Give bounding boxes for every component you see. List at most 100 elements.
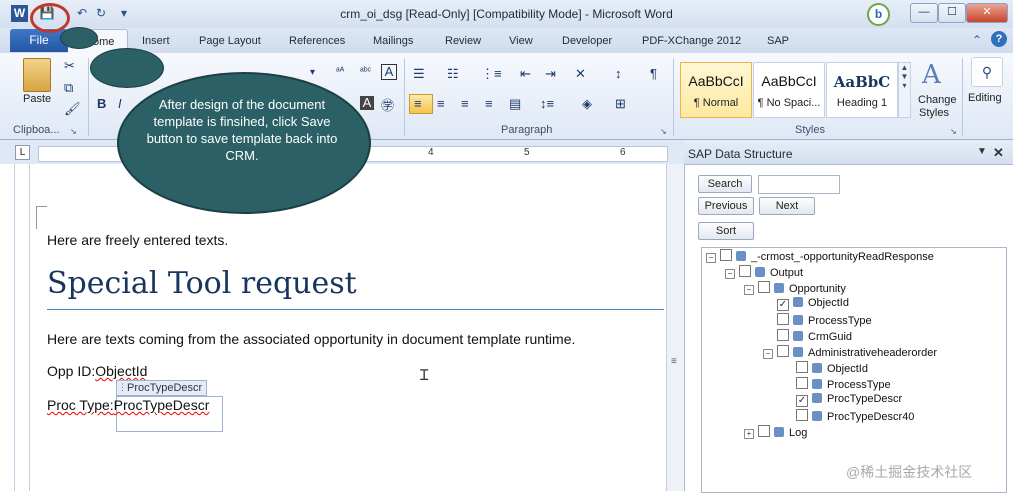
numbering-icon[interactable]: ☷ bbox=[447, 66, 459, 82]
change-styles-icon[interactable]: A bbox=[922, 60, 941, 90]
tree-checkbox[interactable] bbox=[720, 249, 732, 261]
tab-insert[interactable]: Insert bbox=[142, 35, 170, 47]
tab-file[interactable]: File bbox=[10, 29, 68, 52]
collapse-icon[interactable]: − bbox=[744, 285, 754, 295]
tree-checkbox[interactable] bbox=[777, 345, 789, 357]
editing-label[interactable]: Editing bbox=[968, 92, 1002, 104]
tree-node[interactable]: + Log bbox=[744, 425, 807, 439]
tree-node[interactable]: − _-crmost_-opportunityReadResponse bbox=[706, 249, 934, 263]
tree-checkbox[interactable] bbox=[758, 281, 770, 293]
collapse-ribbon-icon[interactable]: ⌃ bbox=[972, 33, 982, 47]
vertical-ruler[interactable] bbox=[14, 164, 30, 491]
tree-checkbox[interactable] bbox=[777, 313, 789, 325]
styles-launcher-icon[interactable]: ↘ bbox=[950, 127, 957, 136]
search-input[interactable] bbox=[758, 175, 840, 194]
tab-references[interactable]: References bbox=[289, 35, 345, 47]
addin-b-icon[interactable]: b bbox=[867, 3, 890, 26]
next-button[interactable]: Next bbox=[759, 197, 815, 215]
collapse-icon[interactable]: − bbox=[706, 253, 716, 263]
collapse-icon[interactable]: − bbox=[725, 269, 735, 279]
shading-icon[interactable]: ◈ bbox=[582, 96, 592, 112]
pane-options-icon[interactable]: ▼ bbox=[977, 146, 987, 157]
tree-node[interactable]: − Administrativeheaderorder bbox=[763, 345, 937, 359]
format-painter-icon[interactable]: 🖌 bbox=[64, 101, 81, 117]
borders-icon[interactable]: ⊞ bbox=[615, 96, 626, 112]
opp-id-field[interactable]: ObjectId bbox=[95, 363, 147, 379]
tree-checkbox[interactable] bbox=[777, 329, 789, 341]
distributed-icon[interactable]: ▤ bbox=[509, 96, 521, 112]
tab-mailings[interactable]: Mailings bbox=[373, 35, 413, 47]
paste-icon[interactable] bbox=[23, 58, 51, 92]
tree-checkbox[interactable] bbox=[796, 409, 808, 421]
tree-checkbox[interactable] bbox=[796, 377, 808, 389]
expand-icon[interactable]: + bbox=[744, 429, 754, 439]
tab-developer[interactable]: Developer bbox=[562, 35, 612, 47]
tree-node[interactable]: ✓ ProcTypeDescr bbox=[782, 393, 902, 407]
copy-icon[interactable]: ⧉ bbox=[64, 80, 73, 96]
tree-node[interactable]: ObjectId bbox=[782, 361, 868, 375]
help-icon[interactable]: ? bbox=[991, 31, 1007, 47]
style-heading-1[interactable]: AaBbC Heading 1 bbox=[826, 62, 898, 118]
content-control-tag[interactable]: ProcTypeDescr bbox=[116, 380, 208, 396]
char-border-icon[interactable]: A bbox=[381, 64, 397, 80]
tab-selector-icon[interactable]: L bbox=[15, 145, 30, 160]
search-button[interactable]: Search bbox=[698, 175, 752, 193]
maximize-button[interactable]: ☐ bbox=[938, 3, 966, 23]
tab-pdfxchange[interactable]: PDF-XChange 2012 bbox=[642, 35, 741, 47]
collapse-icon[interactable]: − bbox=[763, 349, 773, 359]
tree-node[interactable]: ProcTypeDescr40 bbox=[782, 409, 914, 423]
tree-node[interactable]: − Opportunity bbox=[744, 281, 846, 295]
clear-format-icon[interactable]: ᵃᵇᶜ bbox=[360, 66, 371, 77]
style-no-spacing[interactable]: AaBbCcI ¶ No Spaci... bbox=[753, 62, 825, 118]
tree-node[interactable]: ProcessType bbox=[782, 377, 891, 391]
tree-checkbox[interactable]: ✓ bbox=[796, 395, 808, 407]
change-case-icon[interactable]: ᵃᴬ bbox=[336, 66, 344, 77]
editing-icon[interactable]: ⚲ bbox=[971, 57, 1003, 87]
tree-node[interactable]: CrmGuid bbox=[763, 329, 852, 343]
char-shading-icon[interactable]: A bbox=[360, 96, 374, 110]
tab-sap[interactable]: SAP bbox=[767, 35, 789, 47]
decrease-indent-icon[interactable]: ⇤ bbox=[520, 66, 531, 82]
style-normal[interactable]: AaBbCcI ¶ Normal bbox=[680, 62, 752, 118]
proc-type-field[interactable]: ProcTypeDescr bbox=[114, 397, 210, 413]
document-canvas[interactable] bbox=[0, 164, 666, 491]
clipboard-launcher-icon[interactable]: ↘ bbox=[70, 127, 77, 136]
align-right-icon[interactable]: ≡ bbox=[461, 96, 469, 111]
tree-node[interactable]: ProcessType bbox=[763, 313, 872, 327]
paragraph-launcher-icon[interactable]: ↘ bbox=[660, 127, 667, 136]
italic-icon[interactable]: I bbox=[118, 96, 122, 111]
styles-scroll-icon[interactable]: ▲ ▼ ▾ bbox=[898, 62, 911, 118]
structure-node-icon bbox=[812, 411, 822, 421]
tree-node[interactable]: − Output bbox=[725, 265, 803, 279]
pane-close-icon[interactable]: ✕ bbox=[993, 145, 1004, 161]
line-spacing-icon[interactable]: ↕≡ bbox=[540, 96, 554, 111]
tab-page-layout[interactable]: Page Layout bbox=[199, 35, 261, 47]
enclose-char-icon[interactable]: ㊫ bbox=[381, 95, 394, 114]
cut-icon[interactable]: ✂ bbox=[64, 58, 75, 74]
tree-checkbox[interactable] bbox=[758, 425, 770, 437]
sort-button[interactable]: Sort bbox=[698, 222, 754, 240]
asian-layout-icon[interactable]: ✕ bbox=[575, 66, 586, 82]
bold-icon[interactable]: B bbox=[97, 96, 106, 111]
previous-button[interactable]: Previous bbox=[698, 197, 754, 215]
show-marks-icon[interactable]: ¶ bbox=[650, 66, 657, 81]
tab-view[interactable]: View bbox=[509, 35, 533, 47]
tree-checkbox[interactable] bbox=[796, 361, 808, 373]
close-button[interactable]: ✕ bbox=[966, 3, 1008, 23]
minimize-button[interactable]: — bbox=[910, 3, 938, 23]
scroll-thumb-icon[interactable]: ≡ bbox=[671, 356, 677, 367]
justify-icon[interactable]: ≡ bbox=[485, 96, 493, 111]
bullets-icon[interactable]: ☰ bbox=[413, 66, 425, 82]
align-left-button[interactable]: ≡ bbox=[409, 94, 433, 114]
increase-indent-icon[interactable]: ⇥ bbox=[545, 66, 556, 82]
tree-checkbox[interactable]: ✓ bbox=[777, 299, 789, 311]
tree-node[interactable]: ✓ ObjectId bbox=[763, 297, 849, 311]
tree-checkbox[interactable] bbox=[739, 265, 751, 277]
align-center-icon[interactable]: ≡ bbox=[437, 96, 445, 111]
tab-review[interactable]: Review bbox=[445, 35, 481, 47]
sort-icon[interactable]: ↕ bbox=[615, 66, 622, 81]
vertical-scrollbar[interactable]: ≡ bbox=[666, 164, 684, 491]
multilevel-list-icon[interactable]: ⋮≡ bbox=[481, 66, 502, 82]
group-styles-label: Styles bbox=[795, 124, 825, 136]
font-size-dropdown-icon[interactable]: ▾ bbox=[310, 67, 315, 78]
